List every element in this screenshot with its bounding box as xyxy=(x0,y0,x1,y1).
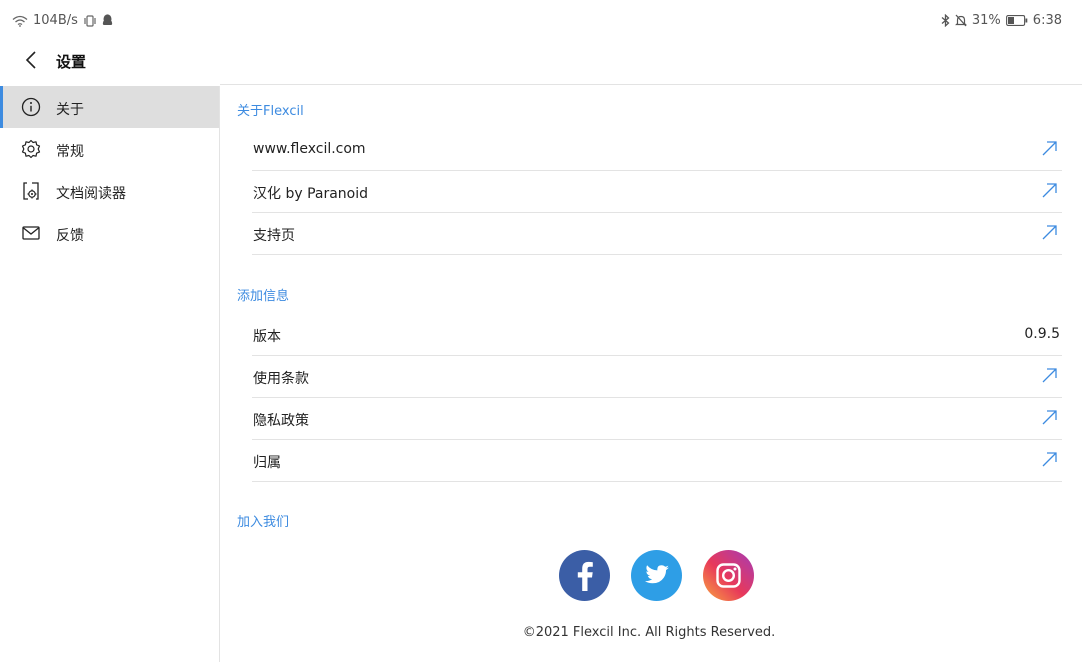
external-link-icon xyxy=(1041,224,1058,241)
row-label: 汉化 by Paranoid xyxy=(253,186,369,202)
mail-icon xyxy=(21,223,41,243)
external-link-icon xyxy=(1041,140,1058,157)
copyright-text: ©2021 Flexcil Inc. All Rights Reserved. xyxy=(522,625,776,640)
sidebar: 关于 常规 文档阅读器 反馈 xyxy=(0,86,219,662)
network-speed: 104B/s xyxy=(33,13,78,28)
social-links xyxy=(559,550,754,601)
row-label: www.flexcil.com xyxy=(253,141,366,157)
row-version: 版本 0.9.5 xyxy=(252,313,1062,356)
sidebar-item-label: 反馈 xyxy=(56,228,84,244)
row-attribution[interactable]: 归属 xyxy=(252,439,1062,482)
row-privacy-policy[interactable]: 隐私政策 xyxy=(252,397,1062,440)
status-bar-left: 104B/s xyxy=(12,13,113,28)
external-link-icon xyxy=(1041,182,1058,199)
sidebar-item-general[interactable]: 常规 xyxy=(0,128,219,170)
qq-notification-icon xyxy=(102,14,113,27)
document-settings-icon xyxy=(21,181,41,201)
vibrate-icon xyxy=(83,14,97,27)
header-divider xyxy=(220,84,1082,85)
external-link-icon xyxy=(1041,409,1058,426)
row-label: 归属 xyxy=(253,455,281,471)
row-label: 支持页 xyxy=(253,228,295,244)
row-label: 版本 xyxy=(253,329,281,345)
version-value: 0.9.5 xyxy=(1024,326,1060,342)
instagram-icon xyxy=(703,550,754,601)
sidebar-item-label: 关于 xyxy=(56,102,84,118)
info-icon xyxy=(21,97,41,117)
status-bar-right: 31% 6:38 xyxy=(941,13,1062,28)
top-bar: 设置 xyxy=(0,44,1082,80)
battery-percent: 31% xyxy=(971,13,1001,28)
row-localization[interactable]: 汉化 by Paranoid xyxy=(252,170,1062,213)
external-link-icon xyxy=(1041,367,1058,384)
sidebar-item-about[interactable]: 关于 xyxy=(0,86,219,128)
sidebar-item-label: 常规 xyxy=(56,144,84,160)
twitter-icon xyxy=(631,550,682,601)
page-title: 设置 xyxy=(56,53,87,71)
section-title-about: 关于Flexcil xyxy=(237,104,304,119)
row-terms-of-use[interactable]: 使用条款 xyxy=(252,355,1062,398)
gear-icon xyxy=(21,139,41,159)
row-website[interactable]: www.flexcil.com xyxy=(252,128,1062,171)
sidebar-item-feedback[interactable]: 反馈 xyxy=(0,212,219,254)
status-bar: 104B/s 31% 6:38 xyxy=(0,0,1082,40)
mute-icon xyxy=(954,14,967,27)
battery-icon xyxy=(1005,15,1028,26)
row-support-page[interactable]: 支持页 xyxy=(252,212,1062,255)
chevron-left-icon xyxy=(25,51,36,69)
back-button[interactable] xyxy=(20,48,44,72)
external-link-icon xyxy=(1041,451,1058,468)
bluetooth-icon xyxy=(941,13,950,28)
instagram-button[interactable] xyxy=(703,550,754,601)
section-title-join-us: 加入我们 xyxy=(237,515,290,530)
facebook-button[interactable] xyxy=(559,550,610,601)
wifi-icon xyxy=(12,15,28,27)
sidebar-item-label: 文档阅读器 xyxy=(56,186,126,202)
section-title-info: 添加信息 xyxy=(237,289,290,304)
row-label: 隐私政策 xyxy=(253,413,309,429)
sidebar-item-document-reader[interactable]: 文档阅读器 xyxy=(0,170,219,212)
status-time: 6:38 xyxy=(1032,13,1062,28)
facebook-icon xyxy=(559,550,610,601)
row-label: 使用条款 xyxy=(253,371,309,387)
twitter-button[interactable] xyxy=(631,550,682,601)
main-content: 关于Flexcil www.flexcil.com 汉化 by Paranoid… xyxy=(220,86,1082,662)
